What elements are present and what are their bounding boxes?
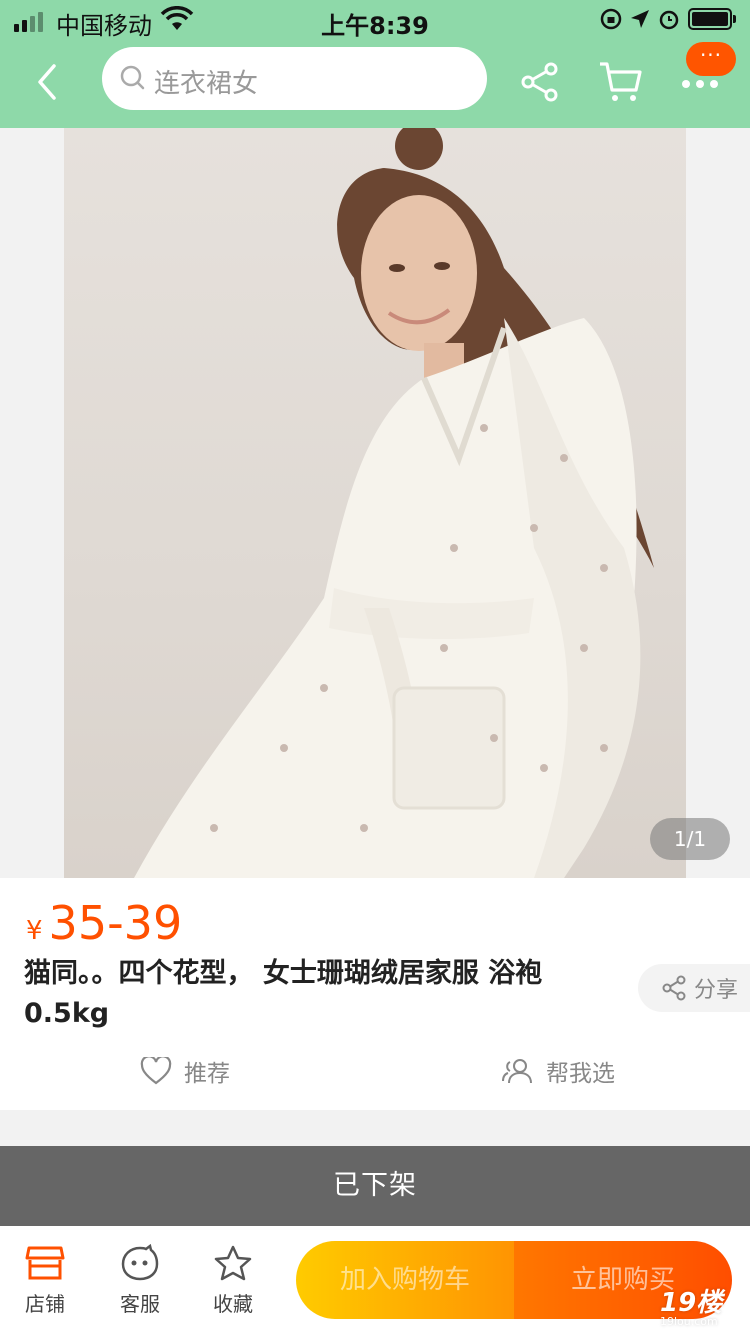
model-illustration: [134, 128, 654, 878]
image-counter: 1/1: [650, 818, 730, 860]
search-input[interactable]: 连衣裙女: [102, 47, 487, 110]
recommend-label: 推荐: [184, 1061, 230, 1087]
status-bar: 中国移动 上午8:39: [0, 0, 750, 40]
share-button[interactable]: 分享: [638, 964, 750, 1012]
off-shelf-notice: 已下架: [0, 1146, 750, 1226]
battery-icon: [688, 8, 736, 30]
watermark-brand: 19楼: [660, 1288, 723, 1318]
location-icon: [631, 10, 649, 28]
alarm-icon: [659, 10, 679, 30]
search-placeholder: 连衣裙女: [154, 69, 259, 99]
tab-shop[interactable]: 店铺: [10, 1244, 80, 1317]
help-choose-button[interactable]: 帮我选: [500, 1054, 615, 1088]
product-gallery[interactable]: 1/1: [0, 128, 750, 878]
star-icon: [214, 1245, 252, 1281]
recommend-button[interactable]: 推荐: [140, 1054, 230, 1088]
status-icons: [600, 8, 736, 30]
currency-symbol: ¥: [26, 916, 43, 946]
service-icon: [121, 1244, 159, 1281]
search-icon: [120, 65, 145, 90]
shop-icon: [25, 1246, 65, 1280]
share-icon[interactable]: [518, 60, 562, 104]
tab-customer-service[interactable]: 客服: [105, 1244, 175, 1317]
add-to-cart-button[interactable]: 加入购物车: [296, 1241, 514, 1319]
share-icon: [662, 975, 686, 1001]
service-label: 客服: [120, 1292, 160, 1316]
product-photo[interactable]: [64, 128, 686, 878]
share-label: 分享: [694, 978, 739, 1003]
watermark: 19楼 19lou.com: [660, 1282, 722, 1328]
rotation-lock-icon: [600, 8, 622, 30]
favorite-label: 收藏: [213, 1292, 253, 1316]
section-divider: [0, 1110, 750, 1146]
price: ¥35-39: [26, 896, 182, 950]
help-choose-label: 帮我选: [546, 1061, 615, 1087]
back-chevron-icon[interactable]: [28, 58, 68, 106]
watermark-url: 19lou.com: [660, 1315, 718, 1328]
top-bar: 中国移动 上午8:39 连衣裙女 ···: [0, 0, 750, 128]
product-info: ¥35-39 猫同。。四个花型， 女士珊瑚绒居家服 浴袍 0.5kg 分享 推荐…: [0, 878, 750, 1110]
cart-icon[interactable]: [598, 60, 644, 104]
bottom-action-bar: 店铺 客服 收藏 加入购物车 立即购买: [0, 1226, 750, 1334]
people-icon: [502, 1059, 532, 1084]
price-value: 35-39: [48, 896, 183, 950]
heart-icon: [140, 1057, 172, 1085]
tab-favorite[interactable]: 收藏: [198, 1244, 268, 1317]
shop-label: 店铺: [25, 1292, 65, 1316]
message-badge[interactable]: ···: [686, 42, 736, 76]
product-title: 猫同。。四个花型， 女士珊瑚绒居家服 浴袍 0.5kg: [24, 958, 543, 1029]
